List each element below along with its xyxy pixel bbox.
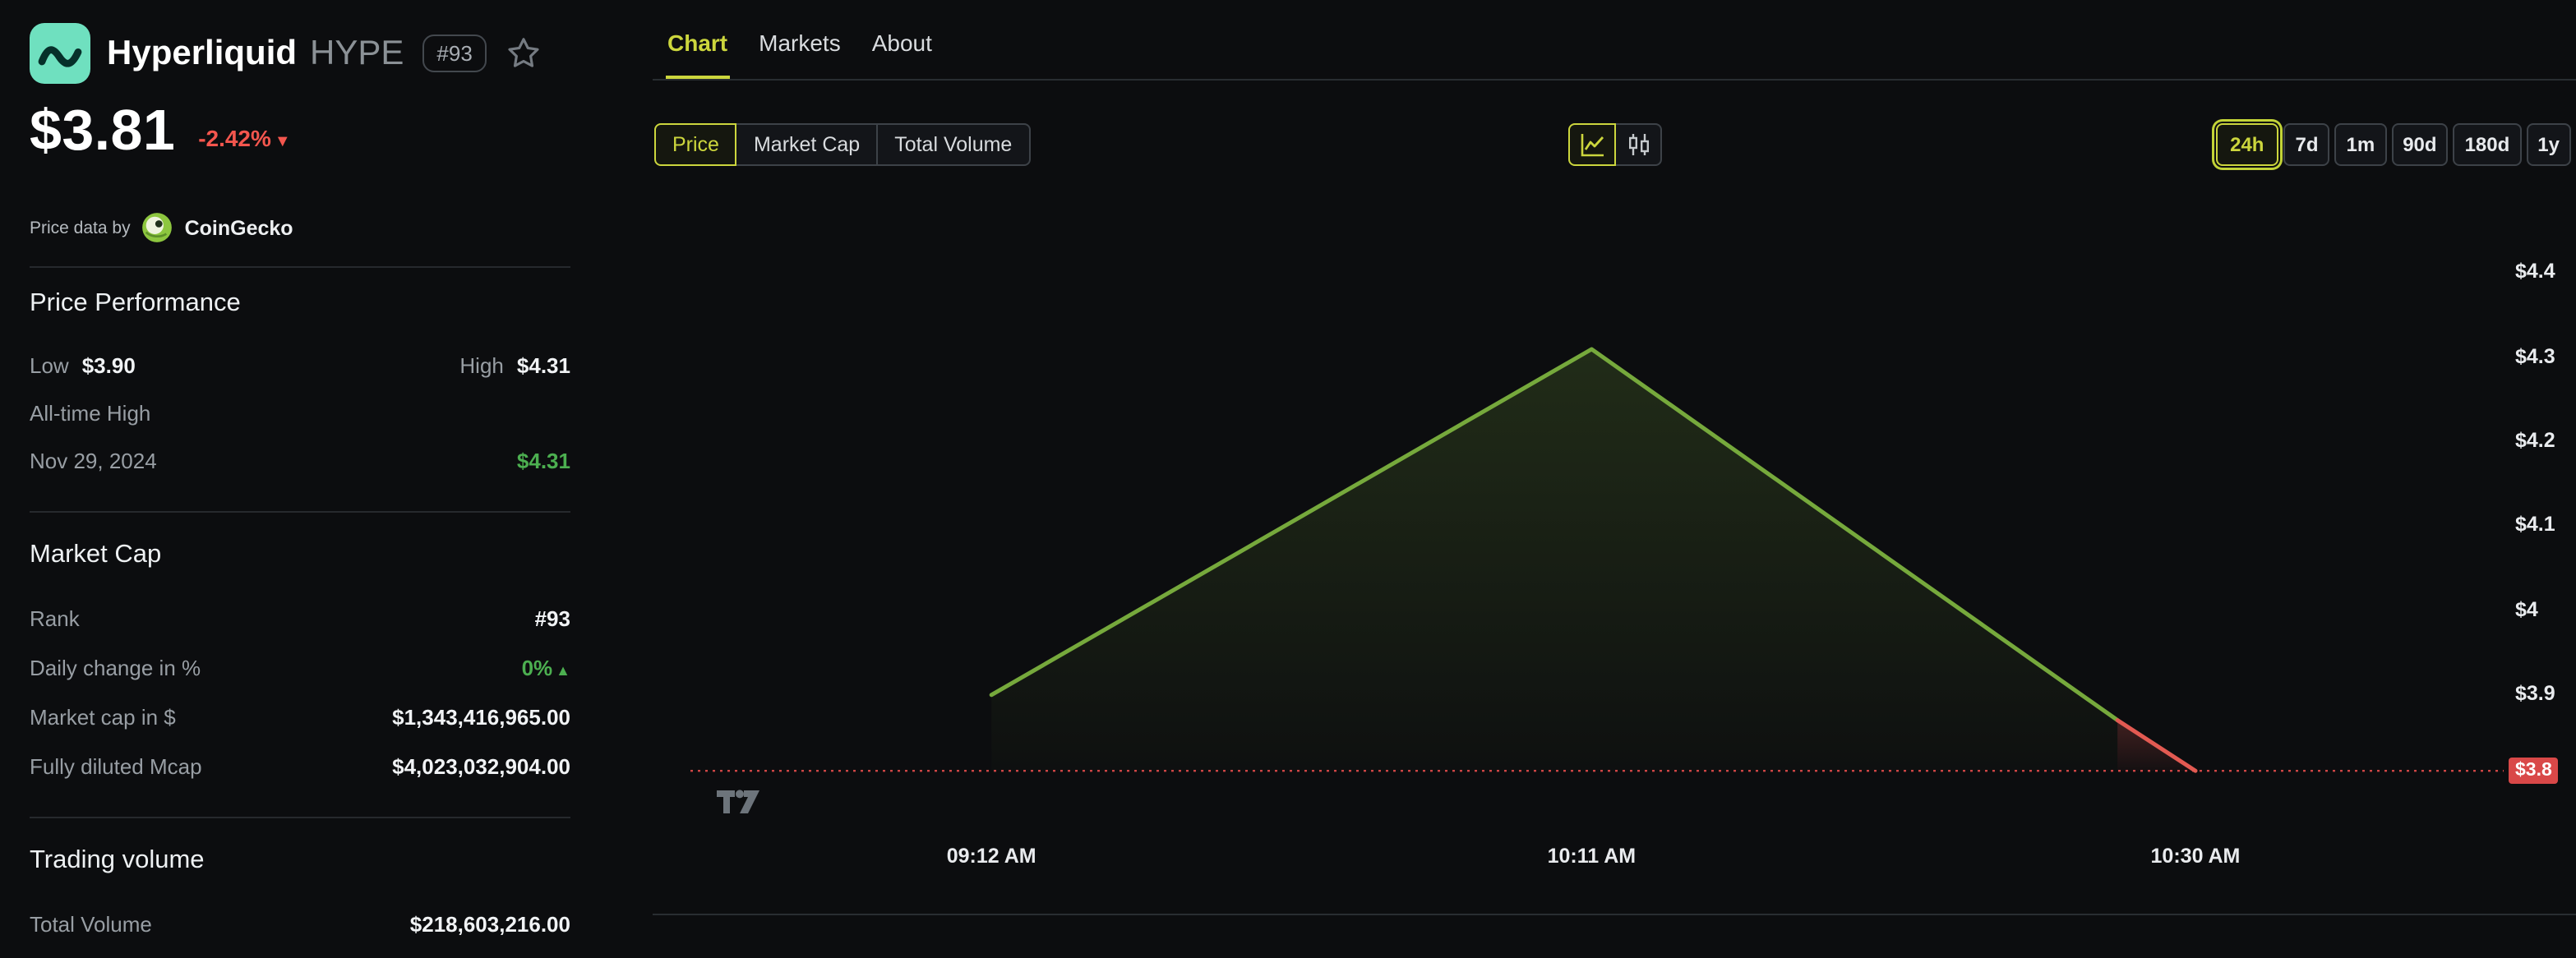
- stat-label: Rank: [30, 606, 80, 631]
- up-arrow-icon: ▲: [556, 662, 570, 679]
- divider: [30, 817, 570, 818]
- metric-toggle-group: Price Market Cap Total Volume: [654, 123, 1031, 166]
- price-change: -2.42% ▼: [198, 125, 291, 151]
- ath-label-row: All-time High: [30, 401, 570, 426]
- ath-row: Nov 29, 2024 $4.31: [30, 449, 570, 473]
- time-range-group: 24h 7d 1m 90d 180d 1y: [2215, 123, 2571, 166]
- attribution: Price data by CoinGecko: [30, 212, 570, 243]
- stat-label: Total Volume: [30, 912, 152, 937]
- chart-style-toggle-group: [1568, 123, 1662, 166]
- range-1m-button[interactable]: 1m: [2334, 123, 2387, 166]
- ath-label: All-time High: [30, 401, 151, 426]
- metric-total-volume-button[interactable]: Total Volume: [876, 123, 1031, 166]
- y-axis-label: $4: [2515, 597, 2538, 621]
- high-label: High: [459, 353, 504, 378]
- stat-label: Fully diluted Mcap: [30, 754, 202, 779]
- y-axis-label: $4.3: [2515, 344, 2555, 368]
- stat-label: Daily change in %: [30, 656, 201, 680]
- sidebar: Hyperliquid HYPE #93 $3.81 -2.42% ▼ Price…: [0, 0, 616, 958]
- attribution-text: Price data by: [30, 218, 131, 237]
- rank-badge: #93: [422, 35, 487, 72]
- section-title-price-performance: Price Performance: [30, 289, 241, 317]
- tab-about[interactable]: About: [870, 0, 934, 81]
- tab-chart[interactable]: Chart: [666, 0, 730, 81]
- stat-value: 0% ▲: [521, 656, 570, 680]
- current-price-badge: $3.8: [2509, 758, 2559, 784]
- divider: [30, 511, 570, 513]
- line-chart-icon[interactable]: [1568, 123, 1616, 166]
- stat-row-daily-change: Daily change in % 0% ▲: [30, 656, 570, 680]
- coingecko-logo-icon: [142, 213, 173, 242]
- down-arrow-icon: ▼: [274, 133, 291, 151]
- high-value: $4.31: [516, 353, 570, 378]
- stat-row-market-cap: Market cap in $ $1,343,416,965.00: [30, 705, 570, 730]
- x-axis-label: 09:12 AM: [946, 845, 1036, 868]
- current-price: $3.81: [30, 99, 176, 163]
- metric-price-button[interactable]: Price: [654, 123, 737, 166]
- stat-value: #93: [534, 606, 570, 631]
- attribution-brand: CoinGecko: [184, 216, 293, 239]
- crypto-price-widget: Hyperliquid HYPE #93 $3.81 -2.42% ▼ Price…: [0, 0, 2576, 958]
- favorite-star-icon[interactable]: [507, 36, 542, 71]
- coin-name: Hyperliquid: [107, 34, 298, 71]
- y-axis-label: $4.2: [2515, 428, 2555, 452]
- y-axis-label: $4.1: [2515, 513, 2555, 537]
- stat-row-fdv: Fully diluted Mcap $4,023,032,904.00: [30, 754, 570, 779]
- range-180d-button[interactable]: 180d: [2453, 123, 2522, 166]
- section-title-trading-volume: Trading volume: [30, 846, 205, 874]
- ath-value: $4.31: [516, 449, 570, 473]
- price-line-chart[interactable]: [690, 189, 2504, 830]
- metric-market-cap-button[interactable]: Market Cap: [735, 123, 879, 166]
- range-24h-button[interactable]: 24h: [2215, 123, 2279, 166]
- coin-header: Hyperliquid HYPE #93: [30, 23, 570, 84]
- divider: [653, 914, 2576, 915]
- coin-symbol: HYPE: [310, 34, 404, 71]
- stat-label: Market cap in $: [30, 705, 176, 730]
- price-block: $3.81 -2.42% ▼: [30, 99, 570, 164]
- candlestick-chart-icon[interactable]: [1614, 123, 1662, 166]
- range-1y-button[interactable]: 1y: [2526, 123, 2571, 166]
- divider: [653, 79, 2576, 81]
- low-value: $3.90: [81, 353, 136, 378]
- stat-value: $4,023,032,904.00: [392, 754, 570, 779]
- y-axis-label: $4.4: [2515, 260, 2555, 283]
- y-axis-label: $3.9: [2515, 681, 2555, 705]
- stat-value: $218,603,216.00: [409, 912, 570, 937]
- hyperliquid-logo-icon: [30, 23, 90, 84]
- range-90d-button[interactable]: 90d: [2391, 123, 2449, 166]
- stat-row-total-volume: Total Volume $218,603,216.00: [30, 912, 570, 937]
- x-axis-label: 10:11 AM: [1547, 845, 1637, 868]
- ath-date: Nov 29, 2024: [30, 449, 157, 473]
- low-label: Low: [30, 353, 69, 378]
- range-7d-button[interactable]: 7d: [2283, 123, 2330, 166]
- low-high-row: Low $3.90 High $4.31: [30, 353, 570, 378]
- tab-markets[interactable]: Markets: [757, 0, 843, 81]
- tradingview-logo-icon: [717, 790, 759, 813]
- x-axis-label: 10:30 AM: [2150, 845, 2241, 868]
- stat-row-rank: Rank #93: [30, 606, 570, 631]
- divider: [30, 266, 570, 268]
- section-title-market-cap: Market Cap: [30, 541, 162, 569]
- stat-value: $1,343,416,965.00: [392, 705, 570, 730]
- main-tabs: Chart Markets About: [666, 0, 934, 81]
